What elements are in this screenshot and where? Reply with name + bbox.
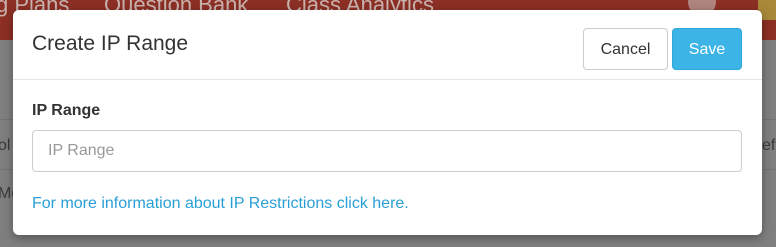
background-edge-text: ol — [0, 137, 11, 154]
cancel-button[interactable]: Cancel — [583, 28, 668, 70]
ip-restrictions-info-link[interactable]: For more information about IP Restrictio… — [32, 194, 409, 214]
ip-range-input[interactable] — [32, 130, 742, 172]
background-edge-text: ef — [762, 137, 776, 154]
create-ip-range-modal: Create IP Range Cancel Save IP Range For… — [13, 10, 762, 235]
ip-range-label: IP Range — [32, 102, 101, 119]
modal-header: Create IP Range Cancel Save — [13, 10, 762, 80]
save-button[interactable]: Save — [672, 28, 742, 70]
modal-title: Create IP Range — [32, 32, 189, 55]
